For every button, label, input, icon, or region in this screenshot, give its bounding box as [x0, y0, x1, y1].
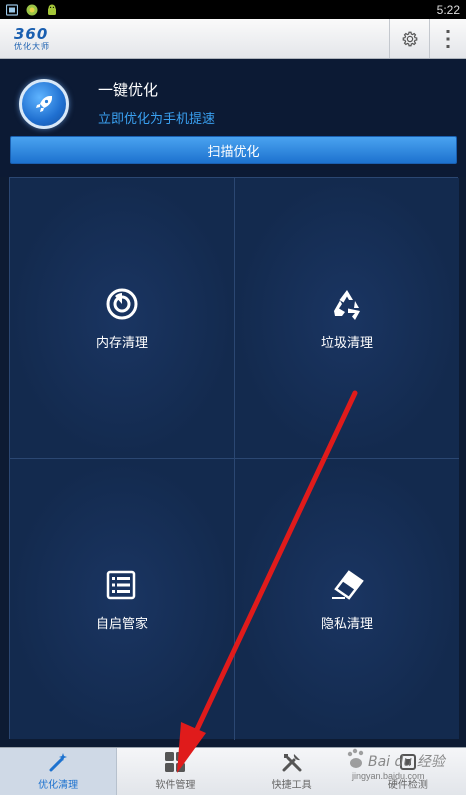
memory-clean-tile[interactable]: 内存清理: [10, 178, 234, 458]
tile-label: 内存清理: [95, 335, 148, 351]
header-actions: [389, 19, 466, 58]
logo-text: 360: [14, 24, 49, 43]
tile-label: 隐私清理: [320, 616, 373, 632]
tab-hardware-check[interactable]: 硬件检测: [350, 748, 466, 795]
tile-label: 自启管家: [95, 616, 148, 632]
magic-wand-icon: [49, 753, 68, 772]
memory-clean-icon: [106, 288, 138, 319]
app-logo: 360 优化大师: [14, 24, 64, 51]
autostart-list-icon: [106, 570, 136, 599]
settings-button[interactable]: [389, 19, 429, 58]
tab-software-manage[interactable]: 软件管理: [117, 748, 233, 795]
overflow-menu-icon: [446, 29, 450, 48]
autostart-manager-tile[interactable]: 自启管家: [10, 459, 234, 739]
recycle-icon: [334, 289, 360, 320]
logo-subtitle: 优化大师: [14, 41, 50, 51]
tab-label: 软件管理: [155, 780, 196, 791]
junk-clean-tile[interactable]: 垃圾清理: [235, 178, 459, 458]
bottom-navigation: 优化清理 软件管理 快捷工具 硬件检测: [0, 747, 466, 795]
hero-title: 一键优化: [98, 81, 159, 99]
tools-icon: [282, 754, 302, 772]
one-key-optimize-panel: 一键优化 立即优化为手机提速 扫描优化: [0, 59, 466, 177]
grid-divider: [10, 458, 459, 459]
eraser-icon: [332, 569, 364, 600]
overflow-menu-button[interactable]: [429, 19, 466, 58]
status-time: 5:22: [436, 2, 460, 17]
hero-subtitle: 立即优化为手机提速: [98, 112, 216, 127]
tile-label: 垃圾清理: [320, 335, 373, 351]
rocket-button[interactable]: [19, 79, 69, 129]
android-icon: [48, 4, 56, 15]
app-icon: [26, 4, 38, 15]
gear-icon: [402, 31, 417, 46]
app-grid-icon: [165, 752, 186, 772]
tab-optimize-clean[interactable]: 优化清理: [0, 748, 118, 795]
tab-quick-tools[interactable]: 快捷工具: [234, 748, 350, 795]
tab-label: 快捷工具: [271, 780, 312, 791]
feature-grid: 内存清理 垃圾清理 自启管家 隐私清理: [9, 177, 459, 740]
gallery-icon: [6, 3, 18, 16]
scan-optimize-button[interactable]: 扫描优化: [10, 136, 457, 164]
rocket-icon: [36, 96, 52, 112]
privacy-clean-tile[interactable]: 隐私清理: [235, 459, 459, 739]
status-bar: 5:22: [0, 0, 466, 19]
grid-divider: [234, 178, 235, 740]
hardware-check-icon: [399, 754, 416, 770]
tab-label: 优化清理: [38, 780, 79, 791]
status-icons: [6, 3, 58, 16]
app-header: 360 优化大师: [0, 19, 466, 59]
tab-label: 硬件检测: [387, 780, 428, 791]
